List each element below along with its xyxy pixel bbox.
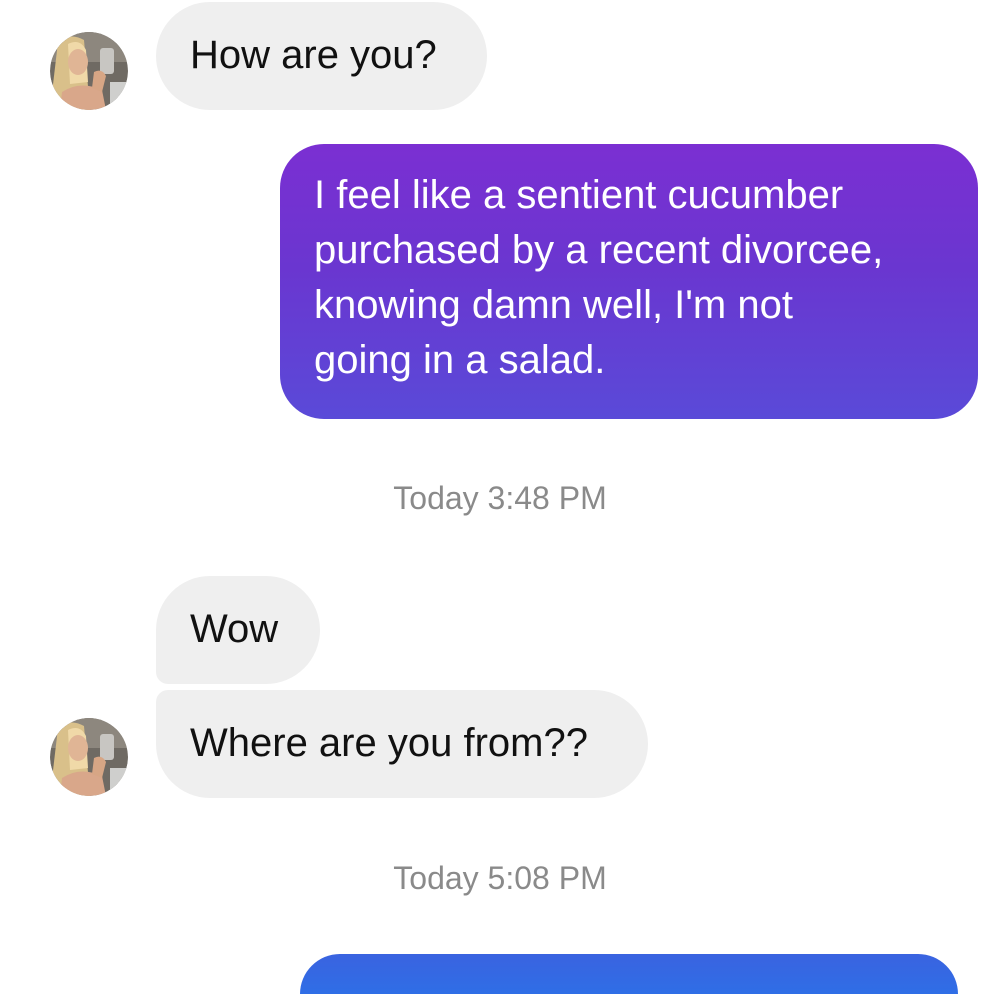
- incoming-message-bubble[interactable]: How are you?: [156, 2, 487, 110]
- incoming-message-bubble[interactable]: Where are you from??: [156, 690, 648, 798]
- outgoing-message-bubble-partial[interactable]: [300, 954, 958, 994]
- avatar-photo-icon: [50, 718, 128, 796]
- message-text: How are you?: [190, 33, 437, 77]
- message-text: Where are you from??: [190, 721, 588, 765]
- contact-avatar[interactable]: [50, 718, 128, 796]
- message-text: I feel like a sentient cucumber purchase…: [314, 173, 884, 382]
- contact-avatar[interactable]: [50, 32, 128, 110]
- message-timestamp: Today 5:08 PM: [393, 860, 607, 896]
- avatar-photo-icon: [50, 32, 128, 110]
- incoming-message-bubble[interactable]: Wow: [156, 576, 320, 684]
- message-timestamp: Today 3:48 PM: [393, 480, 607, 516]
- outgoing-message-bubble[interactable]: I feel like a sentient cucumber purchase…: [280, 144, 978, 419]
- message-text: Wow: [190, 607, 279, 651]
